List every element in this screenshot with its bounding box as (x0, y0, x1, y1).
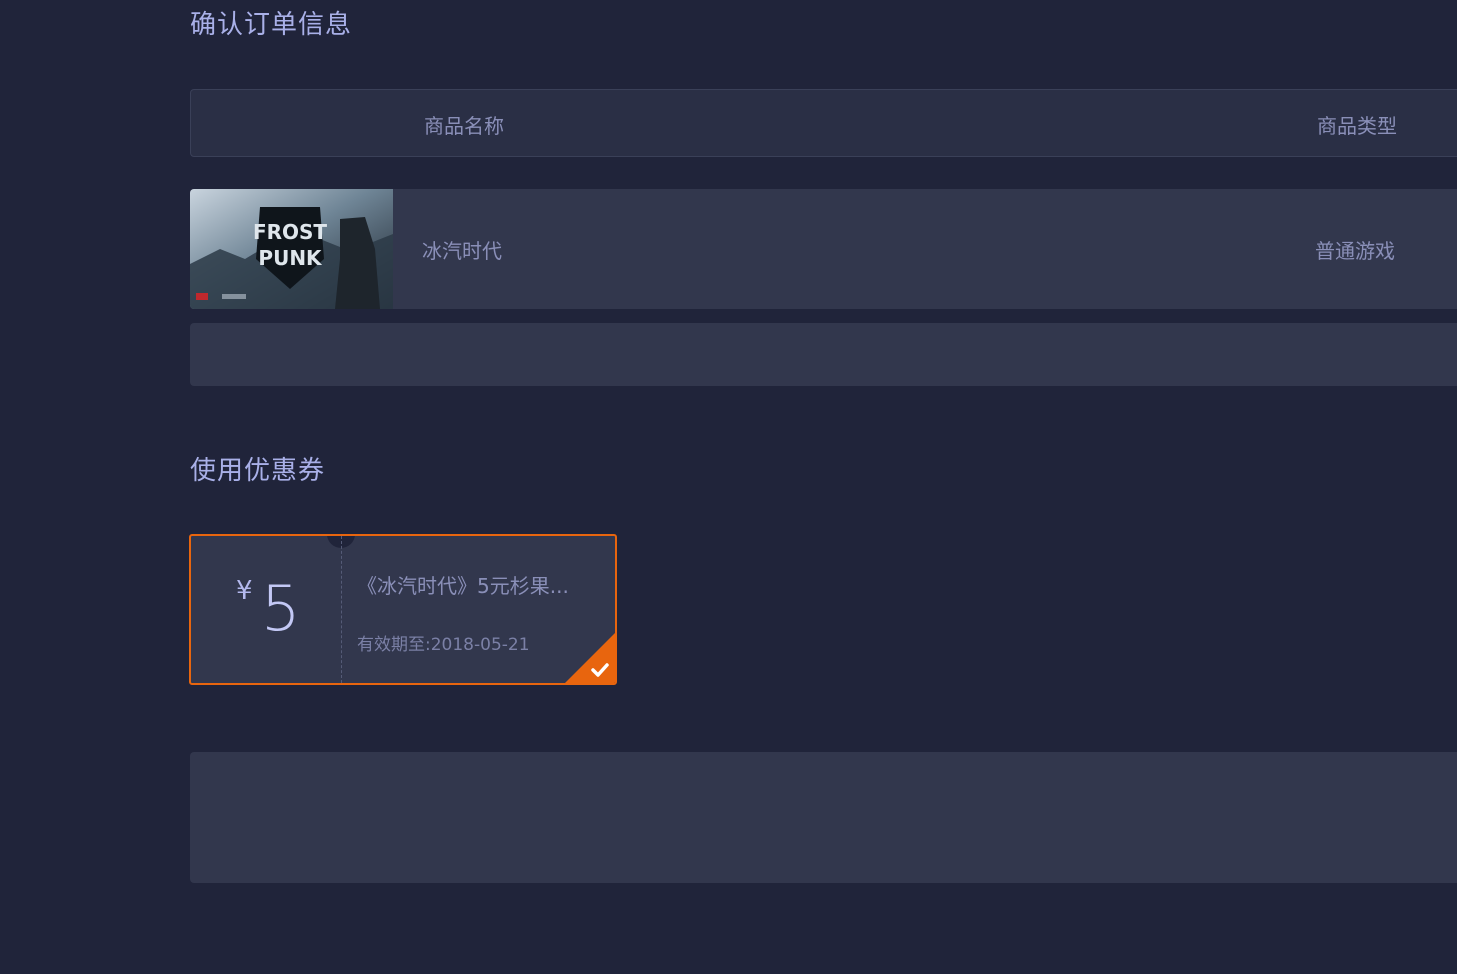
coupon-expire-date: 有效期至:2018-05-21 (357, 635, 530, 655)
order-summary-bar (190, 323, 1457, 386)
product-row: FROST PUNK 冰汽时代 普通游戏 (190, 189, 1457, 309)
coupon-divider (341, 536, 342, 683)
column-header-name: 商品名称 (424, 114, 504, 138)
coupon-amount: 5 (261, 572, 301, 645)
coupon-currency: ¥ (236, 576, 253, 606)
order-table-header: 商品名称 商品类型 (190, 89, 1457, 157)
column-header-type: 商品类型 (1317, 114, 1397, 138)
use-coupon-title: 使用优惠券 (190, 456, 326, 486)
order-confirm-page: 确认订单信息 商品名称 商品类型 FROST PUNK 冰汽时代 普通游戏 使用… (0, 0, 1457, 974)
coupon-card[interactable]: ¥ 5 《冰汽时代》5元杉果... 有效期至:2018-05-21 (189, 534, 617, 685)
svg-text:FROST: FROST (253, 220, 327, 244)
payment-summary-box (190, 752, 1457, 883)
product-cover-image[interactable]: FROST PUNK (190, 189, 393, 309)
checkmark-icon (591, 663, 609, 677)
svg-text:PUNK: PUNK (258, 246, 323, 270)
product-name[interactable]: 冰汽时代 (422, 235, 502, 264)
confirm-order-title: 确认订单信息 (190, 10, 353, 40)
product-type: 普通游戏 (1315, 239, 1395, 263)
coupon-title: 《冰汽时代》5元杉果... (357, 574, 569, 598)
